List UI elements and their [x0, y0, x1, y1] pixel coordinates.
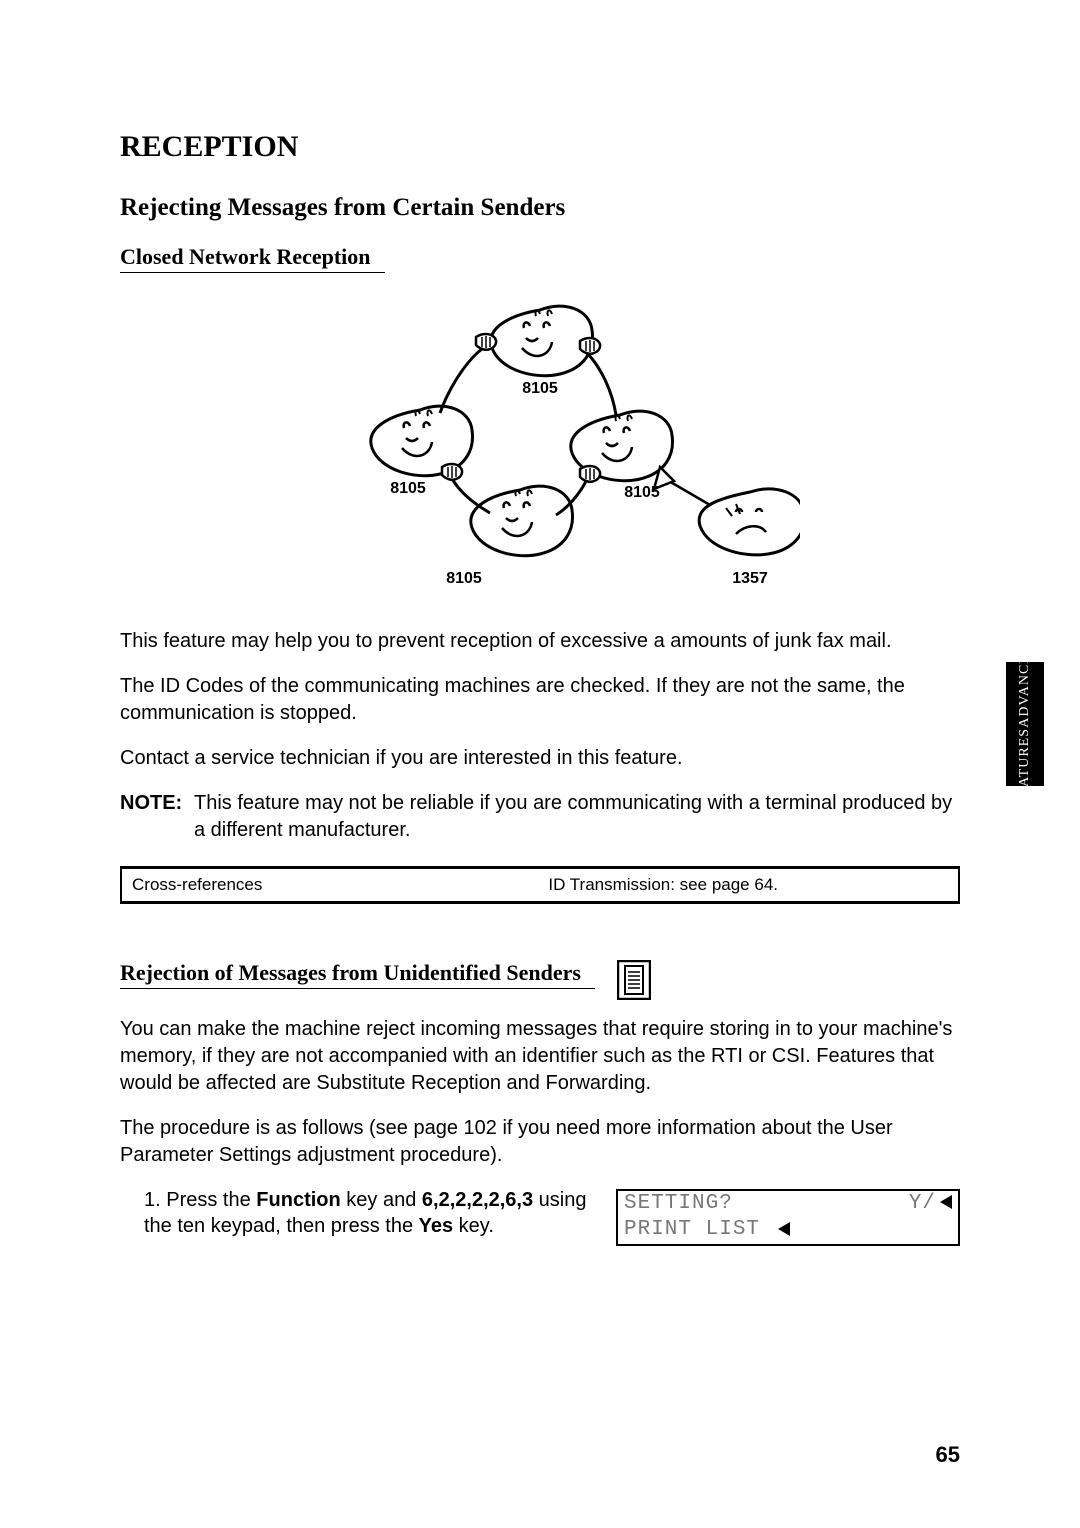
step-1-b3: Yes — [419, 1215, 453, 1237]
fig-label-outside: 1357 — [732, 570, 768, 587]
side-tab-line2: FEATURES — [1018, 728, 1032, 805]
fig-label-top: 8105 — [522, 380, 558, 397]
heading-reception: RECEPTION — [120, 130, 960, 164]
fig-label-bottom: 8105 — [446, 570, 482, 587]
para-junk-fax: This feature may help you to prevent rec… — [120, 628, 960, 655]
heading-rejecting-messages: Rejecting Messages from Certain Senders — [120, 194, 960, 222]
note-row: NOTE: This feature may not be reliable i… — [120, 790, 960, 844]
cross-references-box: Cross-references ID Transmission: see pa… — [120, 866, 960, 904]
xref-title: Cross-references — [132, 875, 262, 895]
fig-label-left: 8105 — [390, 480, 426, 497]
step-1-b1: Function — [256, 1189, 340, 1211]
note-label: NOTE: — [120, 790, 194, 844]
triangle-left-icon — [778, 1222, 790, 1236]
lcd-line1-left: SETTING? — [624, 1191, 733, 1217]
para-contact-tech: Contact a service technician if you are … — [120, 745, 960, 772]
para-procedure-intro: The procedure is as follows (see page 10… — [120, 1115, 960, 1169]
note-body: This feature may not be reliable if you … — [194, 790, 960, 844]
step-1-num: 1. — [144, 1189, 161, 1211]
xref-item: ID Transmission: see page 64. — [548, 875, 948, 895]
lcd-display: SETTING? Y/ PRINT LIST — [616, 1189, 960, 1246]
step-1-text: 1. Press the Function key and 6,2,2,2,2,… — [120, 1187, 598, 1239]
step-1-b2: 6,2,2,2,2,6,3 — [422, 1189, 533, 1211]
step-1-t1: Press the — [166, 1189, 256, 1211]
memory-icon — [617, 960, 651, 1000]
side-tab-advanced-features: ADVANCED FEATURES — [1006, 662, 1044, 786]
lcd-line1-right: Y/ — [909, 1191, 952, 1217]
fig-label-right-in: 8105 — [624, 484, 660, 501]
lcd-line2-left: PRINT LIST — [624, 1217, 790, 1243]
subheading-rejection-unidentified: Rejection of Messages from Unidentified … — [120, 960, 595, 989]
figure-closed-network: 8105 8105 8105 8105 1357 — [120, 295, 960, 610]
para-reject-unidentified: You can make the machine reject incoming… — [120, 1016, 960, 1097]
page-number: 65 — [936, 1442, 960, 1468]
step-1-t4: key. — [453, 1215, 494, 1237]
side-tab-line1: ADVANCED — [1018, 643, 1032, 728]
para-id-codes: The ID Codes of the communicating machin… — [120, 673, 960, 727]
step-1-row: 1. Press the Function key and 6,2,2,2,2,… — [120, 1187, 960, 1246]
step-1-t2: key and — [341, 1189, 422, 1211]
triangle-left-icon — [940, 1195, 952, 1209]
subheading-closed-network: Closed Network Reception — [120, 244, 385, 273]
